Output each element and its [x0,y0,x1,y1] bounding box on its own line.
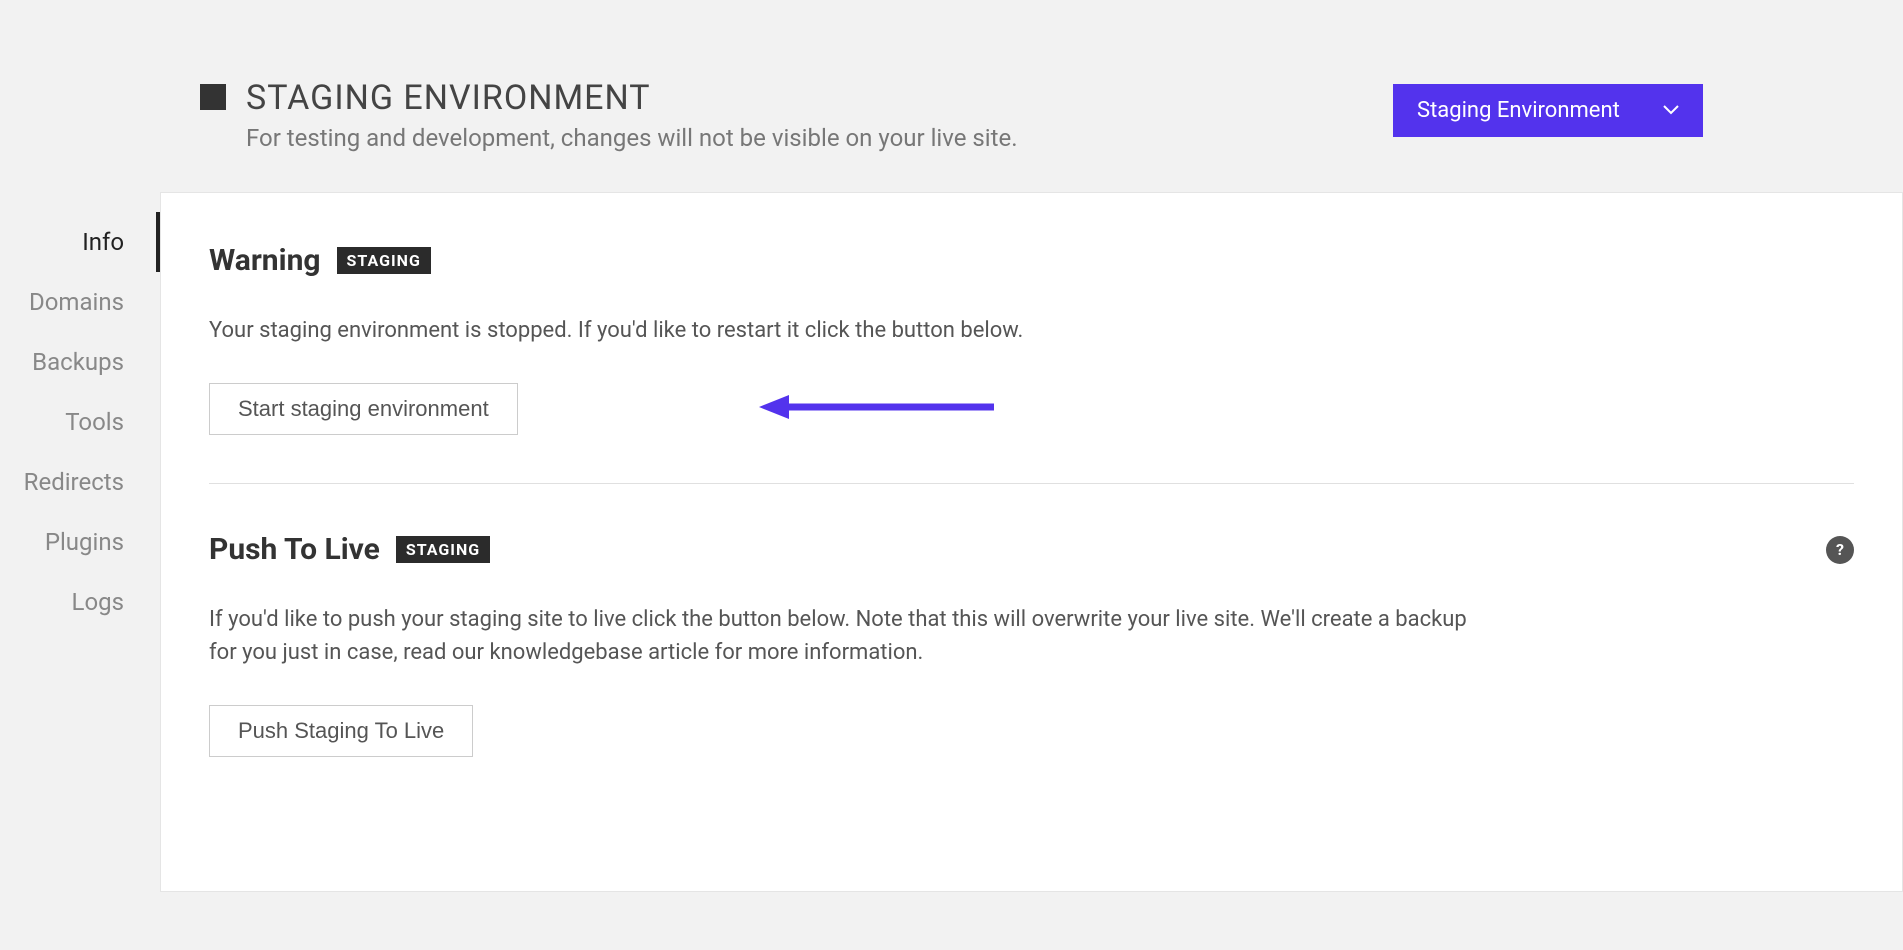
environment-selector-label: Staging Environment [1417,98,1620,123]
sidebar-item-tools[interactable]: Tools [0,392,160,452]
sidebar-item-redirects[interactable]: Redirects [0,452,160,512]
sidebar-item-label: Logs [72,588,124,616]
sidebar-item-label: Info [82,228,124,256]
sidebar-item-domains[interactable]: Domains [0,272,160,332]
page-subtitle: For testing and development, changes wil… [246,124,1018,152]
sidebar-item-label: Tools [65,408,124,436]
environment-icon [200,84,226,110]
sidebar-item-label: Redirects [24,468,124,496]
warning-text: Your staging environment is stopped. If … [209,314,1469,347]
page-title: STAGING ENVIRONMENT [246,78,1018,118]
sidebar-item-label: Backups [32,348,124,376]
push-staging-to-live-button[interactable]: Push Staging To Live [209,705,473,757]
sidebar-item-plugins[interactable]: Plugins [0,512,160,572]
help-icon[interactable]: ? [1826,536,1854,564]
sidebar-item-logs[interactable]: Logs [0,572,160,632]
warning-title: Warning [209,243,321,278]
start-staging-button[interactable]: Start staging environment [209,383,518,435]
sidebar-item-label: Domains [29,288,124,316]
staging-badge: STAGING [396,536,490,563]
push-text: If you'd like to push your staging site … [209,603,1469,669]
sidebar-item-label: Plugins [45,528,124,556]
chevron-down-icon [1663,103,1679,119]
page-header: STAGING ENVIRONMENT For testing and deve… [0,0,1903,192]
content-panel: Warning STAGING Your staging environment… [160,192,1903,892]
warning-section: Warning STAGING Your staging environment… [209,243,1854,483]
sidebar-item-info[interactable]: Info [0,212,160,272]
push-to-live-section: Push To Live STAGING ? If you'd like to … [209,483,1854,805]
staging-badge: STAGING [337,247,431,274]
annotation-arrow-icon [759,392,999,422]
sidebar: Info Domains Backups Tools Redirects Plu… [0,192,160,892]
environment-selector[interactable]: Staging Environment [1393,84,1703,137]
sidebar-item-backups[interactable]: Backups [0,332,160,392]
push-title: Push To Live [209,532,380,567]
